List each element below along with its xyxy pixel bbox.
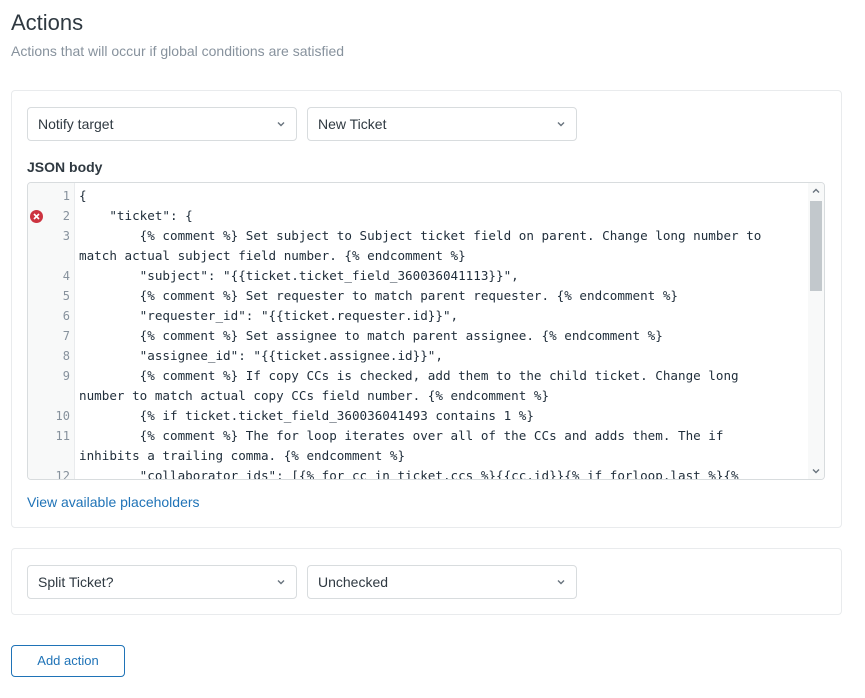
code-line: "collaborator_ids": [{% for cc in ticket… (79, 468, 739, 480)
chevron-down-icon (276, 577, 286, 587)
line-number: 7 (62, 329, 70, 343)
action-field-value-2: Split Ticket? (38, 574, 114, 590)
split-ticket-value: Unchecked (318, 574, 389, 590)
add-action-button[interactable]: Add action (11, 645, 125, 677)
scroll-down-icon[interactable] (811, 466, 821, 476)
code-line: number to match actual copy CCs field nu… (79, 388, 550, 403)
notify-target-select[interactable]: New Ticket (307, 107, 577, 141)
code-line: {% comment %} Set subject to Subject tic… (79, 228, 762, 243)
line-number: 8 (62, 349, 70, 363)
json-body-editor[interactable]: 1{2 "ticket": {3 {% comment %} Set subje… (27, 182, 825, 480)
code-line: inhibits a trailing comma. {% endcomment… (79, 448, 406, 463)
line-number: 12 (55, 469, 70, 480)
notify-target-value: New Ticket (318, 116, 387, 132)
line-number: 3 (62, 229, 70, 243)
line-number: 6 (62, 309, 70, 323)
view-placeholders-link[interactable]: View available placeholders (27, 494, 200, 510)
code-line: {% comment %} Set assignee to match pare… (79, 328, 663, 343)
actions-title: Actions (11, 10, 84, 35)
action-field-select[interactable]: Notify target (27, 107, 297, 141)
action-field-select-2[interactable]: Split Ticket? (27, 565, 297, 599)
line-number: 5 (62, 289, 70, 303)
actions-subtitle: Actions that will occur if global condit… (11, 43, 345, 59)
code-line: { (79, 188, 87, 203)
code-line: "subject": "{{ticket.ticket_field_360036… (79, 268, 519, 283)
scroll-up-icon[interactable] (811, 186, 821, 196)
action-field-value: Notify target (38, 116, 114, 132)
line-number: 4 (62, 269, 70, 283)
code-line: {% comment %} If copy CCs is checked, ad… (79, 368, 739, 383)
code-line: match actual subject field number. {% en… (79, 248, 466, 263)
code-line: "ticket": { (79, 208, 193, 223)
chevron-down-icon (276, 119, 286, 129)
json-body-label: JSON body (27, 159, 103, 175)
error-icon[interactable] (30, 210, 43, 223)
chevron-down-icon (556, 119, 566, 129)
code-line: {% comment %} The for loop iterates over… (79, 428, 724, 443)
line-number: 10 (55, 409, 70, 423)
line-number: 11 (55, 429, 70, 443)
code-line: "assignee_id": "{{ticket.assignee.id}}", (79, 348, 443, 363)
chevron-down-icon (556, 577, 566, 587)
code-line: {% comment %} Set requester to match par… (79, 288, 678, 303)
scroll-thumb[interactable] (810, 201, 822, 291)
code-line: {% if ticket.ticket_field_360036041493 c… (79, 408, 534, 423)
split-ticket-value-select[interactable]: Unchecked (307, 565, 577, 599)
line-number: 9 (62, 369, 70, 383)
line-number: 1 (62, 189, 70, 203)
code-line: "requester_id": "{{ticket.requester.id}}… (79, 308, 459, 323)
editor-scrollbar[interactable] (808, 183, 824, 479)
